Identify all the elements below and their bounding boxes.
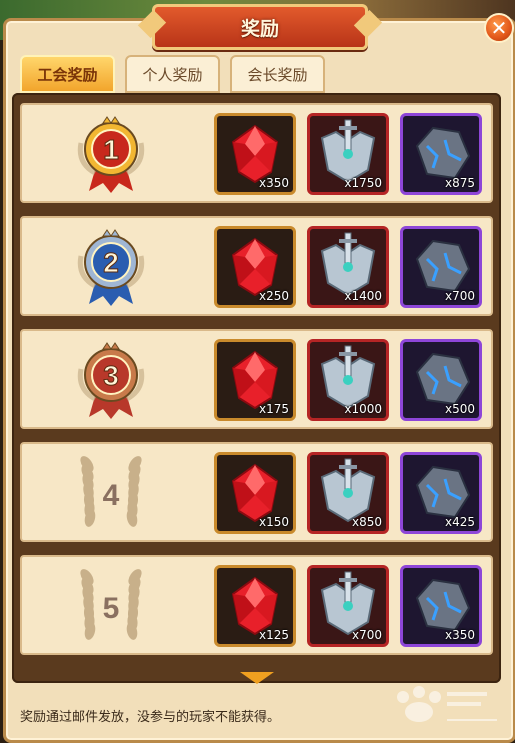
item-quantity: x700 [351,628,382,642]
laurel-wreath-icon: 5 [67,565,155,647]
item-quantity: x1000 [344,402,382,416]
reward-row-rank-1: 1 x350 x1750 x875 [20,103,493,203]
reward-row-rank-2: 2 x250 x1400 x700 [20,216,493,316]
reward-item-ruby[interactable]: x250 [214,226,296,308]
reward-item-armor[interactable]: x1400 [307,226,389,308]
reward-row-rank-3: 3 x175 x1000 x500 [20,329,493,429]
item-quantity: x500 [444,402,475,416]
reward-item-ruby[interactable]: x125 [214,565,296,647]
rank-number: 2 [103,247,119,278]
item-quantity: x1750 [344,176,382,190]
bronze-medal-icon: 3 [67,339,155,421]
scroll-down-arrow-icon[interactable] [240,672,274,684]
item-quantity: x700 [444,289,475,303]
reward-item-ruby[interactable]: x350 [214,113,296,195]
close-icon: ✕ [490,16,508,40]
tab-leader-rewards[interactable]: 会长奖励 [230,55,325,93]
reward-item-armor[interactable]: x700 [307,565,389,647]
reward-item-armor[interactable]: x1000 [307,339,389,421]
reward-item-armor[interactable]: x850 [307,452,389,534]
item-quantity: x175 [258,402,289,416]
reward-item-ore[interactable]: x500 [400,339,482,421]
item-quantity: x150 [258,515,289,529]
reward-row-rank-5: 5 x125 x700 x350 [20,555,493,655]
item-quantity: x1400 [344,289,382,303]
item-quantity: x350 [444,628,475,642]
reward-row-rank-4: 4 x150 x850 x425 [20,442,493,542]
reward-item-ore[interactable]: x350 [400,565,482,647]
baidu-watermark-logo [397,686,497,722]
item-quantity: x875 [444,176,475,190]
panel-title: 奖励 [240,17,279,40]
item-quantity: x425 [444,515,475,529]
rank-number: 5 [103,592,120,625]
gold-medal-icon: 1 [67,113,155,195]
tab-bar: 工会奖励 个人奖励 会长奖励 [20,55,325,93]
close-button[interactable]: ✕ [484,13,514,43]
reward-item-ruby[interactable]: x150 [214,452,296,534]
tab-guild-rewards[interactable]: 工会奖励 [20,55,115,93]
rank-number: 3 [103,360,119,391]
reward-item-ruby[interactable]: x175 [214,339,296,421]
tab-personal-rewards[interactable]: 个人奖励 [125,55,220,93]
item-quantity: x850 [351,515,382,529]
reward-item-ore[interactable]: x875 [400,113,482,195]
reward-item-armor[interactable]: x1750 [307,113,389,195]
silver-medal-icon: 2 [67,226,155,308]
rank-number: 1 [103,134,119,165]
reward-list[interactable]: 1 x350 x1750 x875 2 x250 x1400 x700 3 x1… [12,93,501,683]
reward-item-ore[interactable]: x425 [400,452,482,534]
item-quantity: x125 [258,628,289,642]
reward-item-ore[interactable]: x700 [400,226,482,308]
rank-number: 4 [103,479,120,512]
laurel-wreath-icon: 4 [67,452,155,534]
item-quantity: x350 [258,176,289,190]
footer-note: 奖励通过邮件发放，没参与的玩家不能获得。 [20,710,281,725]
item-quantity: x250 [258,289,289,303]
title-banner: 奖励 [152,4,368,50]
